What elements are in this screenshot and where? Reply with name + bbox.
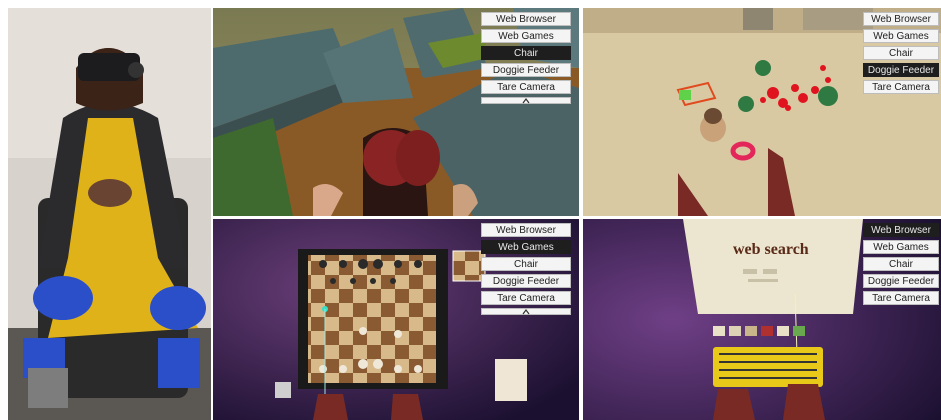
menu-item-chair[interactable]: Chair	[481, 46, 571, 60]
user-in-vr-headset-image	[8, 8, 211, 420]
menu-item-chair[interactable]: Chair	[481, 257, 571, 271]
menu-item-doggie-feeder[interactable]: Doggie Feeder	[481, 274, 571, 288]
menu-collapse-button[interactable]	[481, 97, 571, 104]
maze-scene-panel: Web Browser Web Games Chair Doggie Feede…	[213, 8, 579, 216]
menu-item-web-browser[interactable]: Web Browser	[863, 223, 939, 237]
menu-item-tare-camera[interactable]: Tare Camera	[863, 80, 939, 94]
menu-item-tare-camera[interactable]: Tare Camera	[481, 80, 571, 94]
figure: Web Browser Web Games Chair Doggie Feede…	[0, 0, 941, 420]
menu-item-web-games[interactable]: Web Games	[481, 29, 571, 43]
control-menu: Web Browser Web Games Chair Doggie Feede…	[863, 223, 939, 305]
menu-item-chair[interactable]: Chair	[863, 46, 939, 60]
menu-item-doggie-feeder[interactable]: Doggie Feeder	[481, 63, 571, 77]
menu-item-web-games[interactable]: Web Games	[863, 240, 939, 254]
menu-item-web-browser[interactable]: Web Browser	[481, 12, 571, 26]
menu-item-web-browser[interactable]: Web Browser	[863, 12, 939, 26]
web-search-page-title: web search	[733, 241, 809, 258]
chevron-up-icon	[522, 308, 530, 314]
menu-item-chair[interactable]: Chair	[863, 257, 939, 271]
control-menu: Web Browser Web Games Chair Doggie Feede…	[481, 12, 571, 104]
menu-item-tare-camera[interactable]: Tare Camera	[481, 291, 571, 305]
doggie-feeder-scene-panel: Web Browser Web Games Chair Doggie Feede…	[583, 8, 941, 216]
control-menu: Web Browser Web Games Chair Doggie Feede…	[863, 12, 939, 94]
user-photo	[8, 8, 211, 420]
chevron-up-icon	[522, 97, 530, 103]
chess-scene-panel: Web Browser Web Games Chair Doggie Feede…	[213, 219, 579, 420]
control-menu: Web Browser Web Games Chair Doggie Feede…	[481, 223, 571, 315]
menu-collapse-button[interactable]	[481, 308, 571, 315]
menu-item-web-games[interactable]: Web Games	[863, 29, 939, 43]
menu-item-web-games[interactable]: Web Games	[481, 240, 571, 254]
menu-item-doggie-feeder[interactable]: Doggie Feeder	[863, 63, 939, 77]
menu-item-tare-camera[interactable]: Tare Camera	[863, 291, 939, 305]
web-browser-scene-panel: web search Web Browser Web Games Chair D…	[583, 219, 941, 420]
menu-item-web-browser[interactable]: Web Browser	[481, 223, 571, 237]
menu-item-doggie-feeder[interactable]: Doggie Feeder	[863, 274, 939, 288]
